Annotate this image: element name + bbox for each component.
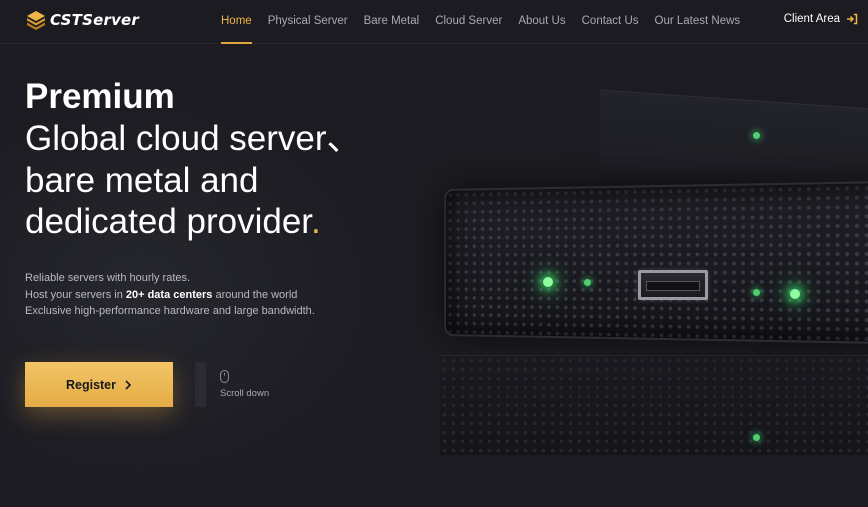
server-handle	[638, 270, 708, 300]
nav-item-bare-metal[interactable]: Bare Metal	[364, 0, 420, 44]
hero-title-line: bare metal and	[25, 160, 259, 200]
server-chassis-top	[600, 89, 868, 191]
scroll-indicator-bar	[195, 362, 206, 407]
server-led-green	[753, 132, 760, 139]
hero-title-line-last: dedicated provider.	[25, 201, 445, 243]
hero-desc-highlight: 20+ data centers	[125, 288, 213, 301]
hero-title-accent-dot: .	[311, 202, 321, 241]
register-button[interactable]: Register	[25, 362, 173, 407]
client-area-label: Client Area	[783, 13, 840, 25]
hero-title-line: dedicated provider	[25, 202, 312, 241]
brand-name: CSTServer	[50, 11, 140, 29]
server-led-green	[584, 279, 591, 286]
server-chassis-main	[444, 180, 868, 345]
nav-item-physical-server[interactable]: Physical Server	[268, 0, 348, 44]
hero-desc-line-2: Host your servers in 20+ data centers ar…	[25, 287, 315, 304]
nav-item-cloud-server[interactable]: Cloud Server	[435, 0, 502, 44]
brand-logo[interactable]: CSTServer	[26, 10, 139, 30]
server-led-green	[753, 289, 760, 296]
top-navigation-bar: CSTServer Home Physical Server Bare Meta…	[0, 0, 868, 44]
hero-desc-text: Host your servers in	[25, 288, 126, 301]
scroll-down-label[interactable]: Scroll down	[220, 388, 269, 399]
cube-logo-icon	[27, 11, 45, 30]
client-area-link[interactable]: Client Area	[784, 13, 858, 25]
hero-desc-line-3: Exclusive high-performance hardware and …	[25, 305, 315, 317]
register-button-label: Register	[65, 377, 117, 392]
server-chassis-bottom	[440, 355, 868, 455]
hero-title-premium: Premium	[25, 77, 175, 116]
hero-description: Reliable servers with hourly rates. Host…	[25, 270, 315, 320]
server-led-green	[543, 277, 553, 287]
nav-item-contact-us[interactable]: Contact Us	[582, 0, 639, 44]
nav-item-latest-news[interactable]: Our Latest News	[655, 0, 741, 44]
server-led-green	[790, 289, 800, 299]
nav-item-about-us[interactable]: About Us	[518, 0, 565, 44]
login-arrow-icon	[847, 13, 858, 25]
chevron-right-icon	[125, 379, 132, 390]
mouse-icon[interactable]	[220, 370, 229, 383]
main-nav: Home Physical Server Bare Metal Cloud Se…	[221, 0, 756, 44]
hero-desc-line-1: Reliable servers with hourly rates.	[25, 272, 191, 284]
server-led-green	[753, 434, 760, 441]
hero-title-line: Global cloud server、	[25, 119, 362, 158]
hero-title: Global cloud server、 bare metal and dedi…	[25, 118, 445, 243]
hero-desc-text: around the world	[212, 288, 298, 301]
nav-item-home[interactable]: Home	[221, 0, 252, 44]
